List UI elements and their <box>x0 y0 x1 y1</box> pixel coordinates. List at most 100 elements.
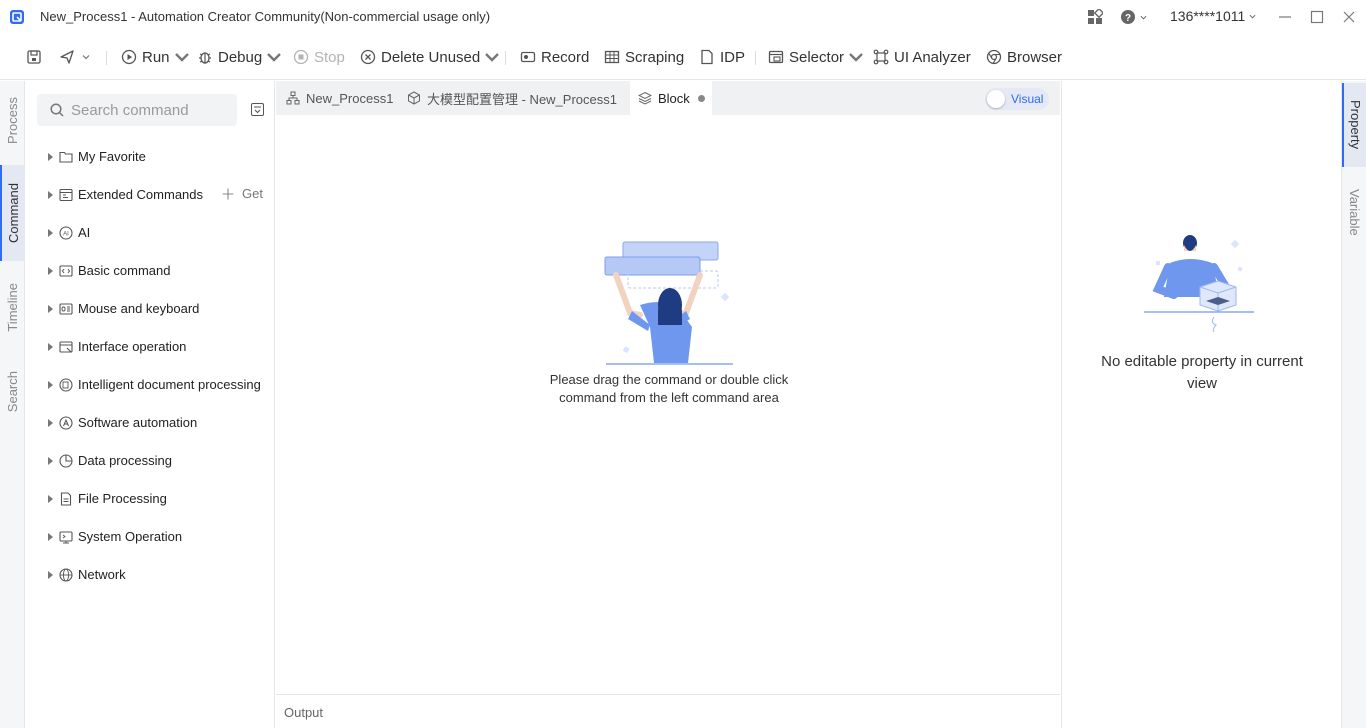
expand-arrow-icon[interactable] <box>48 191 53 199</box>
record-button[interactable]: Record <box>520 46 589 68</box>
stop-icon <box>293 49 309 65</box>
tree-item-software-automation[interactable]: Software automation <box>25 411 275 435</box>
toggle-knob[interactable] <box>987 90 1005 108</box>
editor-area: New_Process1 大模型配置管理 - New_Process1 Bloc… <box>276 81 1060 728</box>
expand-arrow-icon[interactable] <box>48 495 53 503</box>
tab-property[interactable]: Property <box>1342 83 1366 167</box>
svg-text:?: ? <box>1125 13 1131 24</box>
title-bar: New_Process1 - Automation Creator Commun… <box>0 0 1366 34</box>
chevron-down-icon <box>267 53 282 62</box>
tab-timeline[interactable]: Timeline <box>0 267 25 347</box>
search-input[interactable] <box>71 101 231 119</box>
tree-item-extended-commands[interactable]: Extended Commands Get <box>25 183 275 207</box>
tree-item-my-favorite[interactable]: My Favorite <box>25 145 275 169</box>
stop-button[interactable]: Stop <box>293 46 345 68</box>
extension-icon <box>59 188 73 202</box>
selector-label: Selector <box>789 48 845 66</box>
chevron-down-icon <box>849 53 863 62</box>
scraping-label: Scraping <box>625 48 685 66</box>
idp-button[interactable]: IDP <box>699 46 745 68</box>
maximize-icon[interactable] <box>1310 10 1324 24</box>
run-button[interactable]: Run <box>121 46 195 68</box>
visual-toggle[interactable]: Visual <box>985 88 1049 110</box>
expand-arrow-icon[interactable] <box>48 229 53 237</box>
tab-model-config[interactable]: 大模型配置管理 - New_Process1 <box>407 81 627 115</box>
toolbar-divider <box>505 51 506 65</box>
cube-icon <box>408 91 420 105</box>
chevron-down-icon <box>82 55 90 60</box>
tree-item-file-processing[interactable]: File Processing <box>25 487 275 511</box>
get-extension-button[interactable]: Get <box>222 186 263 201</box>
collapse-all-icon[interactable] <box>251 103 264 116</box>
keyboard-icon <box>59 303 73 315</box>
left-side-rail: Process Command Timeline Search <box>0 81 25 728</box>
expand-arrow-icon[interactable] <box>48 305 53 313</box>
run-label: Run <box>142 48 170 66</box>
tree-item-network[interactable]: Network <box>25 563 275 587</box>
play-icon <box>121 49 137 65</box>
tree-item-mouse-and-keyboard[interactable]: Mouse and keyboard <box>25 297 275 321</box>
ui-analyzer-button[interactable]: UI Analyzer <box>873 46 971 68</box>
globe-icon <box>59 568 73 582</box>
stop-label: Stop <box>314 48 345 66</box>
help-icon: ? <box>1121 10 1135 24</box>
window-title: New_Process1 - Automation Creator Commun… <box>40 9 491 24</box>
tab-search[interactable]: Search <box>0 357 25 427</box>
property-panel: No editable property in current view <box>1061 81 1341 728</box>
tree-item-data-processing[interactable]: Data processing <box>25 449 275 473</box>
expand-arrow-icon[interactable] <box>48 419 53 427</box>
debug-button[interactable]: Debug <box>197 46 287 68</box>
chevron-down-icon <box>1140 15 1147 20</box>
record-label: Record <box>541 48 590 66</box>
expand-arrow-icon[interactable] <box>48 343 53 351</box>
analyzer-icon <box>873 49 889 65</box>
expand-arrow-icon[interactable] <box>48 533 53 541</box>
selector-icon <box>768 50 784 64</box>
save-button[interactable] <box>26 46 47 68</box>
delete-unused-button[interactable]: Delete Unused <box>360 46 505 68</box>
publish-button[interactable] <box>59 46 95 68</box>
code-icon <box>59 265 73 277</box>
ui-analyzer-label: UI Analyzer <box>894 48 971 66</box>
file-icon <box>60 492 72 506</box>
expand-arrow-icon[interactable] <box>48 267 53 275</box>
toolbar-divider <box>106 51 107 65</box>
output-panel-bar[interactable]: Output <box>276 694 1060 728</box>
command-panel: My Favorite Extended Commands Get AI AI … <box>25 81 275 728</box>
ai-icon: AI <box>59 226 73 240</box>
chevron-down-icon <box>1249 14 1256 19</box>
close-icon[interactable] <box>1342 10 1356 24</box>
user-account-menu[interactable]: 136****1011 <box>1170 8 1256 24</box>
tree-item-interface-operation[interactable]: Interface operation <box>25 335 275 359</box>
expand-arrow-icon[interactable] <box>48 457 53 465</box>
minimize-icon[interactable] <box>1278 10 1292 24</box>
layers-icon <box>638 91 652 105</box>
plus-icon <box>222 188 234 199</box>
tab-block[interactable]: Block <box>630 81 712 115</box>
tree-item-intelligent-document-processing[interactable]: Intelligent document processing <box>25 373 275 397</box>
save-icon <box>27 50 41 64</box>
expand-arrow-icon[interactable] <box>48 571 53 579</box>
apps-grid-icon[interactable] <box>1087 9 1103 25</box>
command-search-box[interactable] <box>37 94 237 126</box>
expand-arrow-icon[interactable] <box>48 153 53 161</box>
selector-button[interactable]: Selector <box>768 46 869 68</box>
scraping-button[interactable]: Scraping <box>604 46 684 68</box>
chrome-icon <box>986 49 1002 65</box>
tree-item-ai[interactable]: AI AI <box>25 221 275 245</box>
expand-arrow-icon[interactable] <box>48 381 53 389</box>
tab-variable[interactable]: Variable <box>1342 177 1366 247</box>
tab-command[interactable]: Command <box>0 165 25 261</box>
chevron-down-icon <box>485 53 500 62</box>
tab-process[interactable]: Process <box>0 83 25 157</box>
help-menu[interactable]: ? <box>1120 9 1147 25</box>
tab-new-process1[interactable]: New_Process1 <box>286 81 403 115</box>
delete-circle-icon <box>360 49 376 65</box>
tree-item-system-operation[interactable]: System Operation <box>25 525 275 549</box>
tree-item-basic-command[interactable]: Basic command <box>25 259 275 283</box>
automation-icon <box>59 416 73 430</box>
unsaved-dot <box>697 94 705 102</box>
idp-label: IDP <box>720 48 746 66</box>
browser-button[interactable]: Browser <box>986 46 1062 68</box>
right-side-rail: Property Variable <box>1341 81 1366 728</box>
